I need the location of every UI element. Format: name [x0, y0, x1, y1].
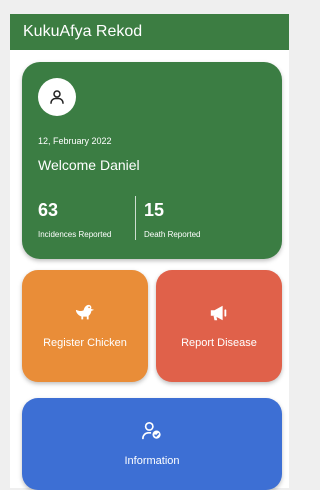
information-button[interactable]: Information [22, 398, 282, 490]
current-date: 12, February 2022 [38, 136, 112, 146]
incidences-label: Incidences Reported [38, 230, 112, 239]
incidences-count: 63 [38, 200, 59, 220]
deaths-label: Death Reported [144, 230, 201, 239]
megaphone-icon [208, 303, 230, 323]
register-chicken-button[interactable]: Register Chicken [22, 270, 148, 382]
avatar[interactable] [38, 78, 76, 116]
report-disease-label: Report Disease [181, 337, 257, 349]
information-label: Information [124, 455, 180, 467]
app-bar: KukuAfya Rekod [10, 14, 289, 50]
user-icon [50, 90, 64, 104]
deaths-count: 15 [144, 200, 165, 220]
welcome-message: Welcome Daniel [38, 157, 140, 173]
main-content: 12, February 2022 Welcome Daniel 63 Inci… [10, 50, 289, 490]
stat-divider [135, 196, 136, 240]
app-title: KukuAfya Rekod [23, 23, 143, 40]
user-check-icon [141, 421, 163, 441]
report-disease-button[interactable]: Report Disease [156, 270, 282, 382]
register-chicken-label: Register Chicken [43, 337, 127, 349]
profile-card: 12, February 2022 Welcome Daniel 63 Inci… [22, 62, 282, 259]
chicken-icon [74, 303, 96, 323]
